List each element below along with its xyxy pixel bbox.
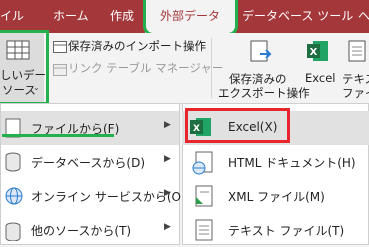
xml-file-icon — [192, 185, 214, 213]
new-source-highlight-outline — [0, 30, 49, 105]
tab-help[interactable]: ヘ — [358, 0, 369, 33]
menu-item-from-online-service[interactable]: オンライン サービスから(O) ▶ — [1, 179, 186, 213]
text-file-icon — [192, 219, 214, 247]
submenu-item-html[interactable]: HTML ドキュメント(H) — [182, 145, 369, 179]
excel-icon: X — [307, 40, 329, 62]
from-file-underline-highlight — [2, 134, 114, 137]
submenu-item-label: テキスト ファイル(T) — [228, 224, 345, 238]
tab-home[interactable]: ホーム — [53, 0, 89, 33]
submenu-item-text-file[interactable]: テキスト ファイル(T) — [182, 213, 369, 247]
tab-create[interactable]: 作成 — [110, 0, 134, 33]
ribbon-group-separator — [211, 38, 212, 98]
tab-file[interactable]: イル — [0, 0, 24, 33]
globe-icon — [5, 187, 23, 209]
menu-item-label: オンライン サービスから(O) — [31, 190, 186, 204]
export-text-label-line2[interactable]: ファイ — [342, 85, 369, 101]
linked-table-manager-button[interactable]: リンク テーブル マネージャー — [68, 60, 223, 76]
database-icon — [5, 152, 21, 176]
saved-imports-icon — [53, 38, 67, 53]
tab-highlight-outline — [143, 0, 238, 36]
other-sources-icon — [5, 221, 23, 245]
html-document-icon — [192, 151, 214, 179]
export-excel-button[interactable]: Excel — [305, 71, 335, 85]
menu-item-label: データベースから(D) — [31, 156, 146, 170]
submenu-item-xml[interactable]: XML ファイル(M) — [182, 179, 369, 213]
saved-imports-button[interactable]: 保存済みのインポート操作 — [68, 38, 206, 54]
menu-item-label: 他のソースから(T) — [31, 224, 132, 238]
svg-text:X: X — [310, 47, 318, 58]
chevron-right-icon: ▶ — [164, 188, 171, 198]
menu-item-from-file[interactable]: ファイルから(F) ▶ — [1, 111, 179, 145]
submenu-item-label: XML ファイル(M) — [228, 190, 325, 204]
submenu-item-label: HTML ドキュメント(H) — [228, 156, 356, 170]
menu-item-from-other-sources[interactable]: 他のソースから(T) ▶ — [1, 213, 179, 247]
chevron-right-icon: ▶ — [164, 120, 171, 130]
saved-exports-label-line2[interactable]: エクスポート操作 — [218, 85, 310, 101]
chevron-right-icon: ▶ — [164, 154, 171, 164]
linked-table-manager-icon — [53, 61, 67, 76]
saved-exports-icon — [250, 40, 272, 64]
excel-highlight-outline — [185, 108, 290, 143]
menu-item-from-database[interactable]: データベースから(D) ▶ — [1, 145, 179, 179]
text-file-icon — [348, 40, 368, 62]
file-icon — [5, 118, 21, 142]
tab-database-tools[interactable]: データベース ツール — [242, 0, 353, 33]
chevron-right-icon: ▶ — [164, 222, 171, 232]
